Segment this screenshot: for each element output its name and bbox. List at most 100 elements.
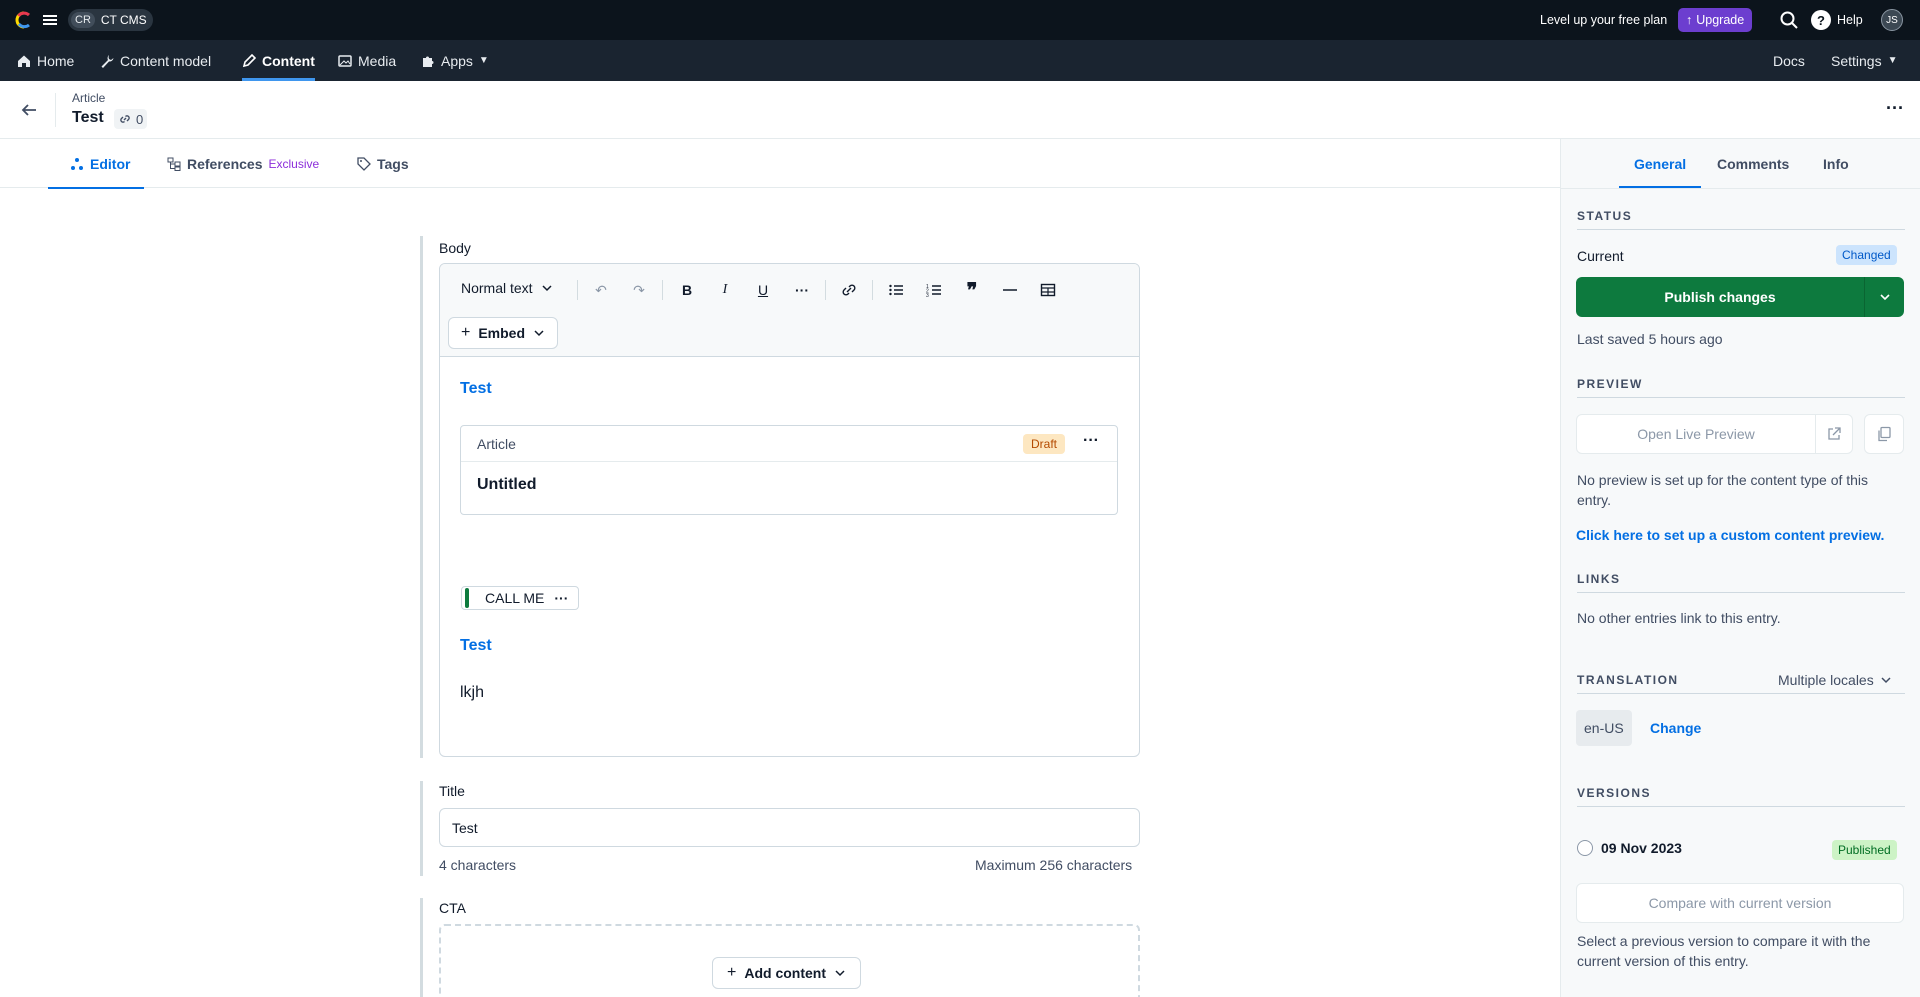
tab-comments[interactable]: Comments <box>1717 139 1789 188</box>
undo-icon[interactable]: ↶ <box>589 278 613 302</box>
rte-heading-link[interactable]: Test <box>460 380 492 398</box>
upsell-text: Level up your free plan <box>1540 13 1668 27</box>
last-saved-text: Last saved 5 hours ago <box>1577 331 1723 347</box>
italic-icon[interactable]: I <box>713 278 737 302</box>
title-field-label: Title <box>439 783 465 799</box>
embed-button[interactable]: + Embed <box>448 317 559 349</box>
more-formatting-icon[interactable]: ··· <box>790 278 814 302</box>
chevron-down-icon <box>1881 677 1891 684</box>
upgrade-label: Upgrade <box>1696 13 1745 27</box>
tab-info[interactable]: Info <box>1823 139 1849 188</box>
chevron-down-icon <box>534 330 544 337</box>
compare-version-label: Compare with current version <box>1648 895 1832 911</box>
links-count: 0 <box>136 111 144 127</box>
nav-settings[interactable]: Settings ▼ <box>1831 40 1898 81</box>
link-icon <box>120 115 130 123</box>
tab-tags-label: Tags <box>377 155 409 172</box>
quote-icon[interactable]: ❞ <box>960 278 984 302</box>
compare-version-button[interactable]: Compare with current version <box>1576 883 1904 923</box>
top-bar: CR CT CMS Level up your free plan ↑ Upgr… <box>0 0 1920 40</box>
space-abbreviation: CR <box>71 12 95 28</box>
redo-icon[interactable]: ↷ <box>627 278 651 302</box>
tab-references[interactable]: References Exclusive <box>167 139 319 188</box>
nav-home-label: Home <box>37 52 75 69</box>
publish-options-icon[interactable] <box>1864 277 1904 317</box>
space-switcher[interactable]: CR CT CMS <box>68 9 153 31</box>
add-content-button[interactable]: + Add content <box>712 957 861 989</box>
app-logo-icon[interactable] <box>15 11 33 29</box>
help-icon: ? <box>1811 10 1831 30</box>
table-icon[interactable] <box>1036 278 1060 302</box>
nav-settings-label: Settings <box>1831 52 1882 69</box>
sidebar-tabs-divider <box>1561 188 1920 189</box>
text-style-dropdown[interactable]: Normal text <box>461 280 553 296</box>
embedded-entry-more-icon[interactable]: ··· <box>1083 433 1099 449</box>
plus-icon: + <box>461 324 471 341</box>
published-status-badge: Published <box>1832 840 1897 860</box>
setup-preview-link[interactable]: Click here to set up a custom content pr… <box>1576 527 1884 543</box>
embedded-entry-card[interactable]: Article Draft ··· Untitled <box>460 425 1118 515</box>
nav-content-model[interactable]: Content model <box>100 40 211 81</box>
toolbar-divider <box>577 280 578 300</box>
nav-home[interactable]: Home <box>17 40 74 81</box>
version-radio[interactable] <box>1577 840 1593 856</box>
back-arrow-icon[interactable] <box>20 101 38 119</box>
chevron-down-icon <box>542 285 552 292</box>
version-date: 09 Nov 2023 <box>1601 840 1682 856</box>
nav-content[interactable]: Content <box>242 40 315 81</box>
inline-entry-chip[interactable]: CALL ME ··· <box>461 586 580 610</box>
title-input[interactable]: Test <box>439 808 1140 847</box>
external-link-icon[interactable] <box>1816 414 1853 454</box>
nav-apps[interactable]: Apps ▼ <box>421 40 489 81</box>
change-locale-link[interactable]: Change <box>1650 720 1701 736</box>
user-avatar[interactable]: JS <box>1881 9 1903 31</box>
edit-content-icon <box>242 53 256 67</box>
bold-icon[interactable]: B <box>675 278 699 302</box>
incoming-links-badge[interactable]: 0 <box>114 109 148 129</box>
status-heading: STATUS <box>1577 209 1905 230</box>
entry-header: Article Test 0 ··· <box>0 81 1920 139</box>
more-options-icon[interactable]: ··· <box>1886 99 1906 117</box>
chevron-down-icon: ▼ <box>478 55 489 66</box>
nav-content-label: Content <box>262 52 315 69</box>
tab-info-label: Info <box>1823 155 1849 172</box>
tab-general[interactable]: General <box>1618 139 1702 188</box>
rte-paragraph: lkjh <box>460 684 485 701</box>
cta-field-rail <box>420 898 423 997</box>
chevron-down-icon: ▼ <box>1887 55 1898 66</box>
title-field-rail <box>420 781 423 876</box>
horizontal-rule-icon[interactable] <box>998 278 1022 302</box>
preview-note: No preview is set up for the content typ… <box>1577 472 1869 508</box>
nav-apps-label: Apps <box>441 52 473 69</box>
inline-entry-label: CALL ME <box>485 590 545 606</box>
tab-tags[interactable]: Tags <box>357 139 409 188</box>
nav-docs[interactable]: Docs <box>1773 40 1805 81</box>
inline-entry-more-icon[interactable]: ··· <box>554 590 568 606</box>
open-live-preview-button[interactable]: Open Live Preview <box>1576 414 1816 454</box>
nav-docs-label: Docs <box>1773 52 1805 69</box>
header-divider <box>55 93 56 127</box>
locale-mode-dropdown[interactable]: Multiple locales <box>1778 672 1892 688</box>
hyperlink-icon[interactable] <box>837 278 861 302</box>
image-icon <box>338 54 352 67</box>
search-icon[interactable] <box>1779 10 1799 30</box>
text-style-label: Normal text <box>461 280 533 296</box>
bullet-list-icon[interactable] <box>884 278 908 302</box>
title-input-value: Test <box>452 819 478 836</box>
tag-icon <box>357 156 371 171</box>
references-icon <box>167 157 181 171</box>
tab-editor[interactable]: Editor <box>47 139 146 189</box>
upgrade-button[interactable]: ↑ Upgrade <box>1678 8 1753 32</box>
rich-text-editor[interactable]: Normal text ↶ ↷ B I U ··· 123 ❞ + Embed <box>439 263 1140 757</box>
underline-icon[interactable]: U <box>751 278 775 302</box>
nav-media[interactable]: Media <box>338 40 396 81</box>
hamburger-menu-icon[interactable] <box>42 12 58 28</box>
numbered-list-icon[interactable]: 123 <box>922 278 946 302</box>
copy-icon[interactable] <box>1864 414 1904 454</box>
body-field-rail <box>420 236 423 758</box>
publish-button[interactable]: Publish changes <box>1576 277 1904 317</box>
versions-note: Select a previous version to compare it … <box>1577 933 1871 969</box>
links-heading: LINKS <box>1577 572 1905 593</box>
rte-heading-link[interactable]: Test <box>460 637 492 655</box>
help-menu[interactable]: ? Help <box>1811 10 1863 30</box>
